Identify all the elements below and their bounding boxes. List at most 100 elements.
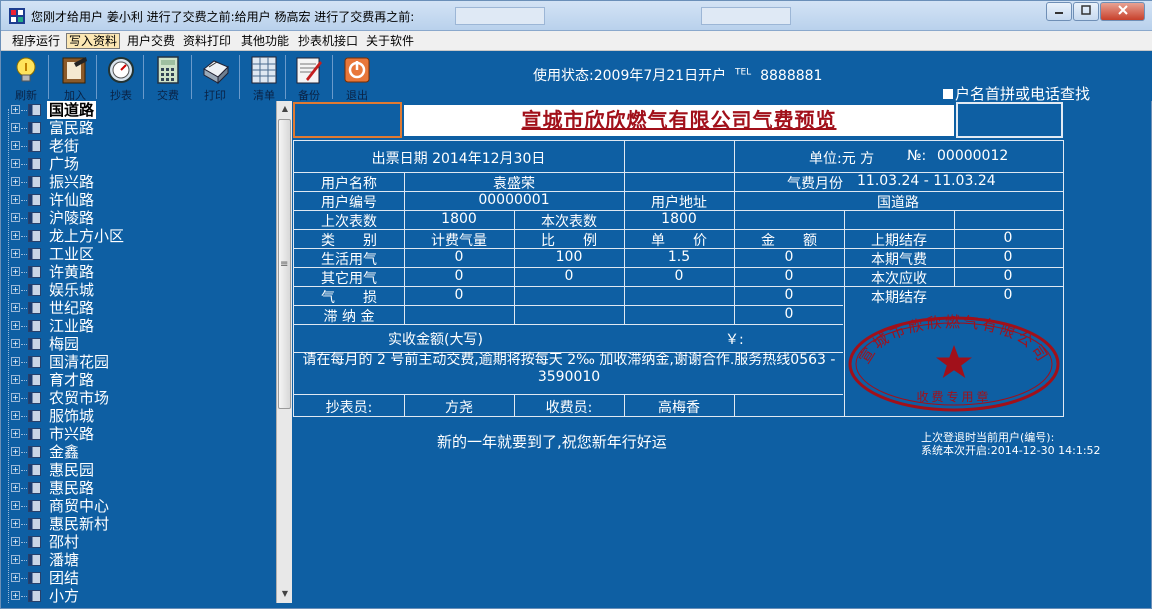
summary-label-3: 本期结存 <box>871 290 927 306</box>
tree-item[interactable]: + 振兴路 <box>9 173 276 191</box>
tree-item[interactable]: + 服饰城 <box>9 407 276 425</box>
tree-item[interactable]: + 江业路 <box>9 317 276 335</box>
menu-other-functions[interactable]: 其他功能 <box>241 33 289 49</box>
expand-icon[interactable]: + <box>11 195 20 204</box>
tree-item-label: 振兴路 <box>49 173 95 191</box>
exit-button[interactable]: 退出 <box>342 55 372 102</box>
menu-user-payment[interactable]: 用户交费 <box>127 33 175 49</box>
tree-scrollbar[interactable]: ▲ ≡ ▼ <box>276 101 292 603</box>
collector-label: 收费员: <box>545 400 593 416</box>
list-button[interactable]: 清单 <box>249 55 279 102</box>
tree-item-label: 团结 <box>49 569 80 587</box>
tree-item[interactable]: + 老街 <box>9 137 276 155</box>
expand-icon[interactable]: + <box>11 519 20 528</box>
tree-item[interactable]: + 惠民路 <box>9 479 276 497</box>
tree-item[interactable]: + 许仙路 <box>9 191 276 209</box>
tree-item[interactable]: + 国道路 <box>9 101 276 119</box>
add-button[interactable]: 加入 <box>60 55 90 102</box>
expand-icon[interactable]: + <box>11 375 20 384</box>
expand-icon[interactable]: + <box>11 339 20 348</box>
tree-item[interactable]: + 金鑫 <box>9 443 276 461</box>
tree-item[interactable]: + 许黄路 <box>9 263 276 281</box>
expand-icon[interactable]: + <box>11 141 20 150</box>
expand-icon[interactable]: + <box>11 591 20 600</box>
expand-icon[interactable]: + <box>11 447 20 456</box>
scroll-down-icon[interactable]: ▼ <box>279 589 291 598</box>
expand-icon[interactable]: + <box>11 249 20 258</box>
row-price-0: 1.5 <box>667 249 691 265</box>
tree-item[interactable]: + 工业区 <box>9 245 276 263</box>
expand-icon[interactable]: + <box>11 303 20 312</box>
tel-number: 8888881 <box>760 68 823 84</box>
grip-icon: ≡ <box>280 259 289 270</box>
tree-connector <box>21 218 27 219</box>
expand-icon[interactable]: + <box>11 267 20 276</box>
expand-icon[interactable]: + <box>11 321 20 330</box>
tree-item[interactable]: + 育才路 <box>9 371 276 389</box>
maximize-button[interactable] <box>1073 2 1099 21</box>
tree-item[interactable]: + 小方 <box>9 587 276 603</box>
backup-button[interactable]: 备份 <box>294 55 324 102</box>
tree-item[interactable]: + 广场 <box>9 155 276 173</box>
scroll-up-icon[interactable]: ▲ <box>279 104 291 113</box>
tree-item[interactable]: + 农贸市场 <box>9 389 276 407</box>
lightbulb-icon <box>16 57 36 82</box>
tree-item[interactable]: + 富民路 <box>9 119 276 137</box>
tree-item[interactable]: + 惠民新村 <box>9 515 276 533</box>
street-icon <box>28 338 41 350</box>
meter-reading-button[interactable]: 抄表 <box>106 55 136 102</box>
street-icon <box>28 140 41 152</box>
tree-item[interactable]: + 娱乐城 <box>9 281 276 299</box>
tree-connector <box>21 488 27 489</box>
expand-icon[interactable]: + <box>11 285 20 294</box>
expand-icon[interactable]: + <box>11 573 20 582</box>
tree-item[interactable]: + 惠民园 <box>9 461 276 479</box>
expand-icon[interactable]: + <box>11 483 20 492</box>
expand-icon[interactable]: + <box>11 357 20 366</box>
reader-name: 方尧 <box>445 400 473 416</box>
street-icon <box>28 302 41 314</box>
expand-icon[interactable]: + <box>11 411 20 420</box>
street-icon <box>28 482 41 494</box>
toolbar-separator <box>48 55 49 99</box>
menu-data-print[interactable]: 资料打印 <box>183 33 231 49</box>
print-button[interactable]: 打印 <box>200 55 230 102</box>
expand-icon[interactable]: + <box>11 231 20 240</box>
payment-button[interactable]: 交费 <box>153 55 183 102</box>
reader-label: 抄表员: <box>325 400 373 416</box>
menu-write-data[interactable]: 写入资料 <box>66 33 121 49</box>
expand-icon[interactable]: + <box>11 555 20 564</box>
expand-icon[interactable]: + <box>11 429 20 438</box>
expand-icon[interactable]: + <box>11 159 20 168</box>
tree-item[interactable]: + 潘塘 <box>9 551 276 569</box>
tree-item[interactable]: + 沪陵路 <box>9 209 276 227</box>
refresh-button[interactable]: 刷新 <box>11 55 41 102</box>
search-option-checkbox[interactable]: 户名首拼或电话查找 <box>943 83 1090 104</box>
tree-item[interactable]: + 龙上方小区 <box>9 227 276 245</box>
user-id: 00000001 <box>478 192 550 208</box>
expand-icon[interactable]: + <box>11 393 20 402</box>
expand-icon[interactable]: + <box>11 213 20 222</box>
toolbar-separator <box>239 55 240 99</box>
expand-icon[interactable]: + <box>11 177 20 186</box>
tree-item[interactable]: + 世纪路 <box>9 299 276 317</box>
tree-item[interactable]: + 商贸中心 <box>9 497 276 515</box>
tree-item[interactable]: + 梅园 <box>9 335 276 353</box>
tree-item[interactable]: + 国清花园 <box>9 353 276 371</box>
expand-icon[interactable]: + <box>11 465 20 474</box>
window-title: 您刚才给用户 姜小利 进行了交费之前:给用户 杨高宏 进行了交费再之前: <box>31 10 415 24</box>
minimize-button[interactable] <box>1046 2 1072 21</box>
menu-program-run[interactable]: 程序运行 <box>12 33 60 49</box>
menu-meter-interface[interactable]: 抄表机接口 <box>298 33 358 49</box>
menu-about[interactable]: 关于软件 <box>366 33 414 49</box>
tree-item[interactable]: + 市兴路 <box>9 425 276 443</box>
tree-item[interactable]: + 邵村 <box>9 533 276 551</box>
expand-icon[interactable]: + <box>11 501 20 510</box>
tree-connector <box>21 452 27 453</box>
expand-icon[interactable]: + <box>11 123 20 132</box>
close-button[interactable] <box>1100 2 1145 21</box>
tree-item-label: 娱乐城 <box>49 281 95 299</box>
expand-icon[interactable]: + <box>11 537 20 546</box>
tree-item[interactable]: + 团结 <box>9 569 276 587</box>
expand-icon[interactable]: + <box>11 105 20 114</box>
